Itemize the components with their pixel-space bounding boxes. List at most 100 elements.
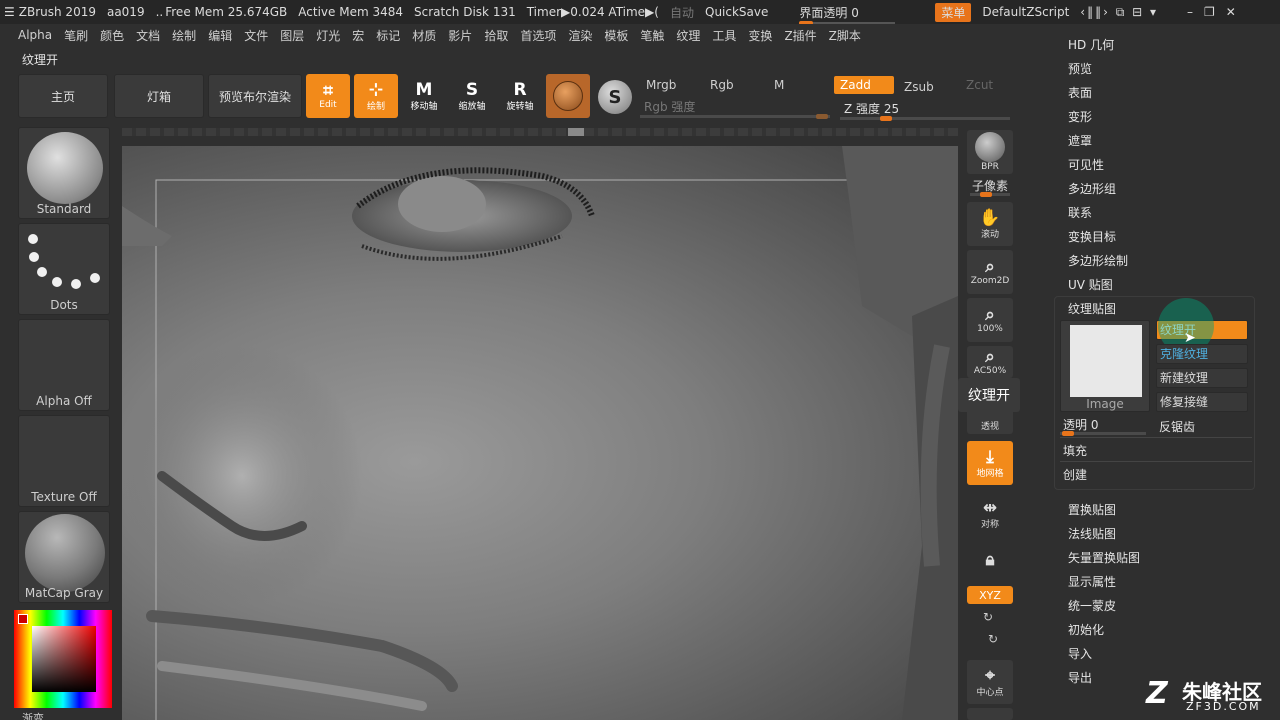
menu-vector-displacement-map[interactable]: 矢量置换贴图 xyxy=(1068,549,1140,566)
subpixel-knob[interactable] xyxy=(980,192,992,197)
menu-hd-geometry[interactable]: HD 几何 xyxy=(1068,36,1114,53)
canvas-top-scrollbar[interactable] xyxy=(122,128,958,136)
subpixel-slider[interactable] xyxy=(970,192,1010,197)
menu-polygroups[interactable]: 多边形组 xyxy=(1068,180,1116,197)
menu-picker[interactable]: 拾取 xyxy=(478,27,514,44)
edit-mode-button[interactable]: ⌗ Edit xyxy=(306,74,350,118)
menu-light[interactable]: 灯光 xyxy=(310,27,346,44)
center-point-button[interactable]: ⌖ 中心点 xyxy=(967,660,1013,704)
lightbox-button[interactable]: 灯箱 xyxy=(114,74,204,118)
fix-seam-button[interactable]: 修复接缝 xyxy=(1156,392,1248,412)
menu-render[interactable]: 渲染 xyxy=(562,27,598,44)
menu-export[interactable]: 导出 xyxy=(1068,669,1092,686)
menu-visibility[interactable]: 可见性 xyxy=(1068,156,1104,173)
draw-mode-button[interactable]: ⊹ 绘制 xyxy=(354,74,398,118)
menu-transform[interactable]: 变换 xyxy=(742,27,778,44)
menu-stencil[interactable]: 模板 xyxy=(598,27,634,44)
menu-macro[interactable]: 宏 xyxy=(346,27,370,44)
menu-tool[interactable]: 工具 xyxy=(706,27,742,44)
rgb-intensity-knob[interactable] xyxy=(816,114,828,119)
clone-texture-button[interactable]: 克隆纹理 xyxy=(1156,344,1248,364)
default-zscript-button[interactable]: DefaultZScript xyxy=(982,5,1069,19)
zadd-button[interactable]: Zadd xyxy=(834,76,894,94)
brush-selector[interactable]: Standard xyxy=(18,127,110,219)
rgb-button[interactable]: Rgb xyxy=(704,76,766,94)
home-button[interactable]: 主页 xyxy=(18,74,108,118)
create-button[interactable]: 创建 xyxy=(1063,466,1087,483)
color-square[interactable] xyxy=(32,626,96,692)
menu-color[interactable]: 颜色 xyxy=(94,27,130,44)
mrgb-button[interactable]: Mrgb xyxy=(640,76,700,94)
texture-selector[interactable]: Texture Off xyxy=(18,415,110,507)
material-selector[interactable]: MatCap Gray xyxy=(18,511,110,603)
solo-icon[interactable]: S xyxy=(598,80,632,114)
menu-draw[interactable]: 绘制 xyxy=(166,27,202,44)
new-texture-button[interactable]: 新建纹理 xyxy=(1156,368,1248,388)
menu-morph-target[interactable]: 变换目标 xyxy=(1068,228,1116,245)
menu-file[interactable]: 文件 xyxy=(238,27,274,44)
menu-texture[interactable]: 纹理 xyxy=(670,27,706,44)
menu-movie[interactable]: 影片 xyxy=(442,27,478,44)
menu-brush[interactable]: 笔刷 xyxy=(58,27,94,44)
menu-edit[interactable]: 编辑 xyxy=(202,27,238,44)
menu-alpha[interactable]: Alpha xyxy=(0,28,58,42)
z-intensity-knob[interactable] xyxy=(879,116,892,121)
menu-zplugin[interactable]: Z插件 xyxy=(778,27,822,44)
antialias-button[interactable]: 反锯齿 xyxy=(1159,418,1195,435)
rotate-button[interactable]: R 旋转轴 xyxy=(498,74,542,118)
lock-button[interactable]: 🔒︎ xyxy=(967,538,1013,582)
bpr-preview-button[interactable]: 预览布尔渲染 xyxy=(208,74,302,118)
fill-button[interactable]: 填充 xyxy=(1063,442,1087,459)
quicksave-button[interactable]: QuickSave xyxy=(705,5,768,19)
move-button[interactable]: M 移动轴 xyxy=(402,74,446,118)
menu-material[interactable]: 材质 xyxy=(406,27,442,44)
scroll-button[interactable]: ✋ 滚动 xyxy=(967,202,1013,246)
menu-uv-map[interactable]: UV 贴图 xyxy=(1068,276,1113,293)
material-sphere-button[interactable] xyxy=(546,74,590,118)
rotate-z-icon[interactable]: ↻ xyxy=(988,632,998,646)
menu-layer[interactable]: 图层 xyxy=(274,27,310,44)
rgb-intensity-slider[interactable] xyxy=(640,114,830,119)
stroke-selector[interactable]: Dots xyxy=(18,223,110,315)
app-menu-icon[interactable]: ☰ xyxy=(4,5,15,19)
zoom2d-button[interactable]: ⌕ Zoom2D xyxy=(967,250,1013,294)
ui-transparency-slider[interactable]: 界面透明 0 xyxy=(799,4,896,24)
zsub-button[interactable]: Zsub xyxy=(898,78,958,96)
menu-marker[interactable]: 标记 xyxy=(370,27,406,44)
color-picker[interactable] xyxy=(14,610,112,708)
menu-normal-map[interactable]: 法线贴图 xyxy=(1068,525,1116,542)
menu-preferences[interactable]: 首选项 xyxy=(514,27,562,44)
menu-import[interactable]: 导入 xyxy=(1068,645,1092,662)
menu-texture-map[interactable]: 纹理贴图 xyxy=(1068,300,1116,317)
menu-toggle-button[interactable]: 菜单 xyxy=(935,2,972,22)
menu-initialize[interactable]: 初始化 xyxy=(1068,621,1104,638)
menu-polypaint[interactable]: 多边形绘制 xyxy=(1068,252,1128,269)
texture-thumbnail-button[interactable]: Image xyxy=(1060,320,1150,412)
menu-masking[interactable]: 遮罩 xyxy=(1068,132,1092,149)
main-color-swatch[interactable] xyxy=(18,614,28,624)
opacity-knob[interactable] xyxy=(1062,431,1074,436)
opacity-slider[interactable] xyxy=(1060,431,1146,436)
actual-size-button[interactable]: ⌕ 100% xyxy=(967,298,1013,342)
bottom-shelf-button[interactable] xyxy=(967,708,1013,720)
half-size-button[interactable]: ⌕ AC50% xyxy=(967,346,1013,378)
menu-zscript[interactable]: Z脚本 xyxy=(823,27,867,44)
menu-unified-skin[interactable]: 统一蒙皮 xyxy=(1068,597,1116,614)
menu-document[interactable]: 文档 xyxy=(130,27,166,44)
bpr-button[interactable]: BPR xyxy=(967,130,1013,174)
menu-contact[interactable]: 联系 xyxy=(1068,204,1092,221)
layout-icons[interactable]: ‹‖‖› ⧉ ⊟ ▾ xyxy=(1080,5,1158,20)
frame-button[interactable]: ⇹ 对称 xyxy=(967,492,1013,536)
floor-button[interactable]: ⤓ 地网格 xyxy=(967,441,1013,485)
minimize-icon[interactable]: – xyxy=(1187,5,1193,19)
menu-preview[interactable]: 预览 xyxy=(1068,60,1092,77)
scale-button[interactable]: S 缩放轴 xyxy=(450,74,494,118)
m-button[interactable]: M xyxy=(768,76,830,94)
document-canvas[interactable] xyxy=(122,146,958,720)
menu-surface[interactable]: 表面 xyxy=(1068,84,1092,101)
rotate-y-icon[interactable]: ↻ xyxy=(983,610,993,624)
alpha-selector[interactable]: Alpha Off xyxy=(18,319,110,411)
xyz-button[interactable]: XYZ xyxy=(967,586,1013,604)
menu-display-properties[interactable]: 显示属性 xyxy=(1068,573,1116,590)
close-icon[interactable]: ✕ xyxy=(1226,5,1236,19)
